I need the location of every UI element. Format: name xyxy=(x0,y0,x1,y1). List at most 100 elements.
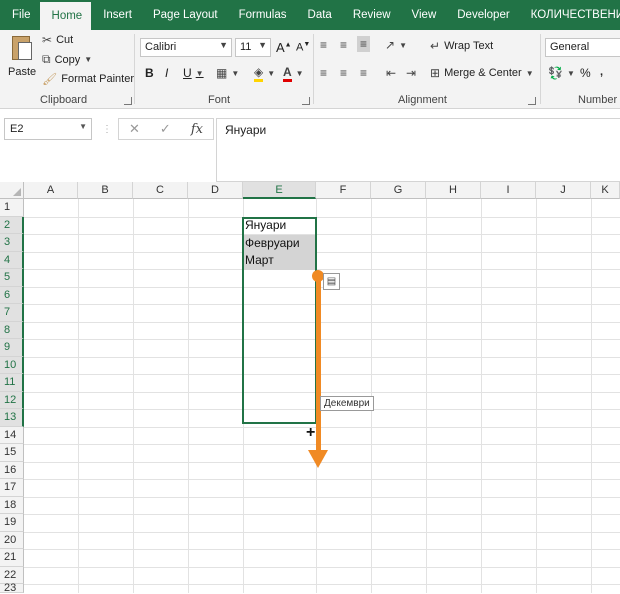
row-header[interactable]: 21 xyxy=(0,549,24,567)
underline-button[interactable]: U ▼ xyxy=(183,66,204,80)
align-top-button[interactable]: ≡ xyxy=(320,38,327,52)
quick-analysis-icon[interactable]: ▤ xyxy=(323,273,340,290)
select-all-corner[interactable] xyxy=(0,182,24,199)
alignment-launcher-icon[interactable] xyxy=(528,97,536,105)
column-header[interactable]: I xyxy=(481,182,536,199)
align-bottom-button[interactable]: ≡ xyxy=(357,36,371,52)
tab-insert[interactable]: Insert xyxy=(91,0,141,30)
column-header[interactable]: H xyxy=(426,182,481,199)
font-color-button[interactable]: A ▼ xyxy=(283,65,304,82)
row-header[interactable]: 19 xyxy=(0,514,24,532)
cut-button[interactable]: ✂ Cut xyxy=(42,33,73,47)
number-format-select[interactable]: General xyxy=(545,38,620,57)
tab-page-layout[interactable]: Page Layout xyxy=(141,0,227,30)
row-header-selected[interactable]: 13 xyxy=(0,409,24,427)
align-left-button[interactable]: ≡ xyxy=(320,66,327,80)
arrow-down-icon xyxy=(308,450,328,468)
gridline xyxy=(24,584,620,585)
column-header[interactable]: J xyxy=(536,182,591,199)
row-header[interactable]: 23 xyxy=(0,582,24,594)
gridline xyxy=(24,356,620,358)
increase-indent-button[interactable]: ⇥ xyxy=(406,66,416,80)
ribbon-tabs: File Home Insert Page Layout Formulas Da… xyxy=(0,0,620,30)
row-header[interactable]: 14 xyxy=(0,426,24,444)
tab-data[interactable]: Data xyxy=(296,0,341,30)
tab-developer[interactable]: Developer xyxy=(445,0,518,30)
chevron-down-icon: ▼ xyxy=(79,122,87,131)
insert-function-icon[interactable]: fx xyxy=(191,122,203,137)
row-header-selected[interactable]: 6 xyxy=(0,286,24,304)
format-painter-button[interactable]: 🖌 Format Painter xyxy=(42,72,134,86)
row-header[interactable]: 17 xyxy=(0,479,24,497)
bold-button[interactable]: B xyxy=(145,66,154,80)
row-header-selected[interactable]: 11 xyxy=(0,374,24,392)
row-header-selected[interactable]: 2 xyxy=(0,216,24,234)
tab-home[interactable]: Home xyxy=(39,2,92,30)
copy-button[interactable]: ⧉ Copy ▼ xyxy=(42,52,92,67)
row-header-selected[interactable]: 7 xyxy=(0,304,24,322)
column-header[interactable]: G xyxy=(371,182,426,199)
align-center-button[interactable]: ≡ xyxy=(340,66,347,80)
column-header[interactable]: F xyxy=(316,182,371,199)
row-header[interactable]: 20 xyxy=(0,531,24,549)
font-size-select[interactable]: 11 ▼ xyxy=(235,38,271,57)
row-header-selected[interactable]: 10 xyxy=(0,356,24,374)
chevron-down-icon: ▼ xyxy=(295,69,304,78)
decrease-font-button[interactable]: A▼ xyxy=(296,41,310,54)
gridline xyxy=(24,566,620,568)
merge-icon: ⊞ xyxy=(430,66,441,80)
paste-button[interactable]: Paste xyxy=(8,34,36,78)
row-header-selected[interactable]: 5 xyxy=(0,269,24,287)
clipboard-launcher-icon[interactable] xyxy=(124,97,132,105)
column-header[interactable]: B xyxy=(78,182,133,199)
column-header[interactable]: C xyxy=(133,182,188,199)
gridline xyxy=(24,479,620,480)
font-name-select[interactable]: Calibri ▼ xyxy=(140,38,232,57)
tab-file[interactable]: File xyxy=(0,0,40,30)
row-header-selected[interactable]: 8 xyxy=(0,321,24,339)
merge-center-button[interactable]: ⊞ Merge & Center ▼ xyxy=(430,66,534,80)
cancel-icon[interactable]: ✕ xyxy=(129,121,140,137)
align-right-icon: ≡ xyxy=(360,66,368,80)
italic-button[interactable]: I xyxy=(165,66,168,80)
gridline xyxy=(24,234,620,235)
row-header-selected[interactable]: 12 xyxy=(0,391,24,409)
fill-color-button[interactable]: ◈ ▼ xyxy=(254,65,275,82)
tab-view[interactable]: View xyxy=(400,0,446,30)
tab-formulas[interactable]: Formulas xyxy=(227,0,296,30)
row-header[interactable]: 16 xyxy=(0,461,24,479)
wrap-text-button[interactable]: ↵ Wrap Text xyxy=(430,39,493,53)
increase-font-button[interactable]: A▲ xyxy=(276,40,292,55)
gridline xyxy=(24,444,620,445)
row-header-selected[interactable]: 3 xyxy=(0,234,24,252)
column-header[interactable]: A xyxy=(24,182,78,199)
currency-button[interactable]: 💱 ▼ xyxy=(548,66,575,80)
row-header[interactable]: 18 xyxy=(0,496,24,514)
autofill-arrow-line xyxy=(316,275,321,458)
percent-button[interactable]: % xyxy=(580,66,591,80)
align-middle-button[interactable]: ≡ xyxy=(340,38,347,52)
tab-review[interactable]: Review xyxy=(341,0,400,30)
align-right-button[interactable]: ≡ xyxy=(360,66,367,80)
tab-addin[interactable]: КОЛИЧЕСТВЕНИ xyxy=(519,0,620,30)
font-launcher-icon[interactable] xyxy=(302,97,310,105)
font-name-value: Calibri xyxy=(145,41,177,53)
chevron-down-icon: ▼ xyxy=(84,55,93,64)
column-header-selected[interactable]: E xyxy=(243,182,316,199)
gridline xyxy=(24,514,620,515)
row-header[interactable]: 1 xyxy=(0,199,24,217)
column-header[interactable]: D xyxy=(188,182,243,199)
decrease-indent-button[interactable]: ⇤ xyxy=(386,66,396,80)
clipboard-group-label: Clipboard xyxy=(40,94,88,106)
comma-style-button[interactable]: , xyxy=(600,66,603,78)
borders-button[interactable]: ▦ ▼ xyxy=(216,66,239,80)
row-header-selected[interactable]: 9 xyxy=(0,339,24,357)
name-box-value: E2 xyxy=(10,123,24,135)
row-header-selected[interactable]: 4 xyxy=(0,251,24,269)
orientation-button[interactable]: ↗ ▼ xyxy=(385,38,407,52)
column-header[interactable]: K xyxy=(591,182,620,199)
row-header[interactable]: 15 xyxy=(0,444,24,462)
formula-input[interactable]: Януари xyxy=(216,118,620,182)
name-box[interactable]: E2 ▼ xyxy=(4,118,92,140)
enter-icon[interactable]: ✓ xyxy=(160,121,171,137)
